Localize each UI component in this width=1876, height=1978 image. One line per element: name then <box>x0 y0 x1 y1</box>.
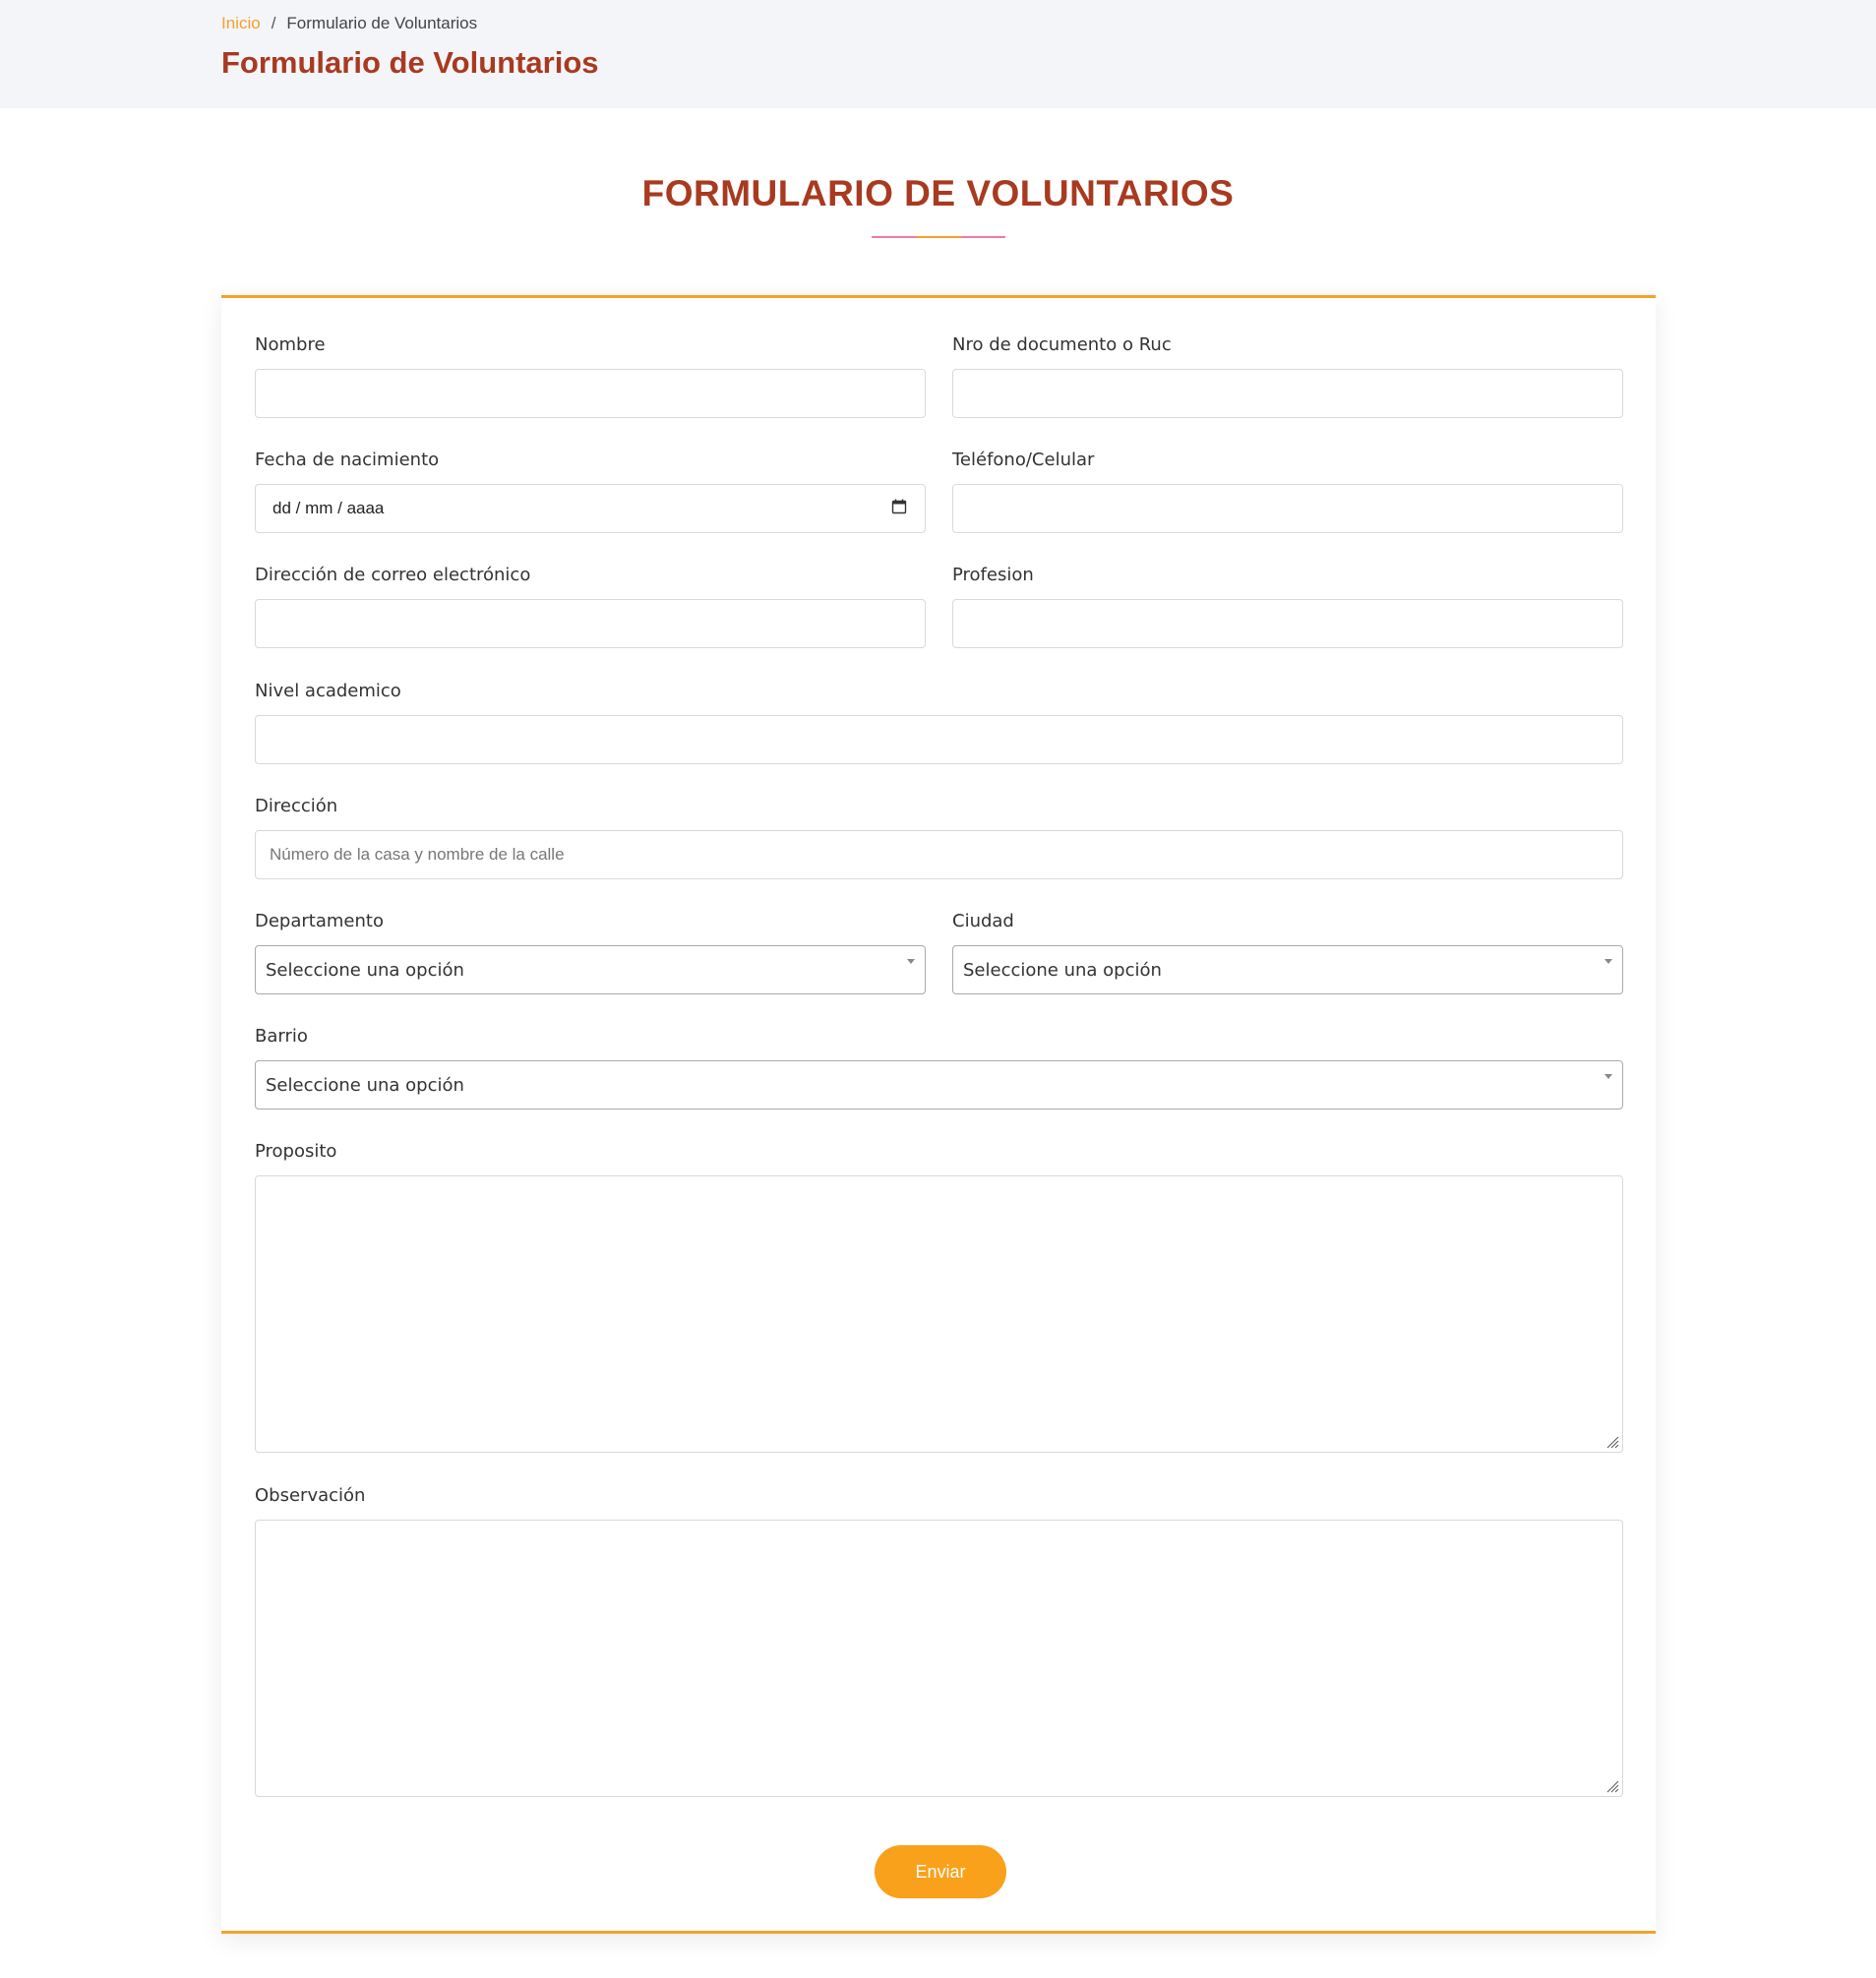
nombre-label: Nombre <box>255 334 326 355</box>
divider-right <box>960 236 1005 238</box>
barrio-label: Barrio <box>255 1026 308 1047</box>
proposito-label: Proposito <box>255 1141 337 1162</box>
breadcrumb-home-link[interactable]: Inicio <box>221 14 261 33</box>
profesion-field[interactable] <box>952 599 1623 648</box>
direccion-placeholder: Número de la casa y nombre de la calle <box>270 845 565 864</box>
profesion-label: Profesion <box>952 565 1034 585</box>
nivel-label: Nivel academico <box>255 681 401 701</box>
divider-center <box>916 236 961 238</box>
correo-label: Dirección de correo electrónico <box>255 565 531 585</box>
breadcrumb: Inicio / Formulario de Voluntarios <box>221 14 477 33</box>
title-divider <box>872 236 1005 238</box>
barrio-select[interactable]: Seleccione una opción <box>255 1060 1623 1109</box>
documento-field[interactable] <box>952 369 1623 418</box>
observacion-label: Observación <box>255 1485 366 1506</box>
proposito-textarea[interactable] <box>255 1175 1623 1453</box>
departamento-selected: Seleccione una opción <box>266 960 464 981</box>
departamento-select[interactable]: Seleccione una opción <box>255 945 926 994</box>
telefono-label: Teléfono/Celular <box>952 450 1095 470</box>
divider-left <box>872 236 917 238</box>
resize-grip-icon[interactable] <box>1605 1435 1619 1449</box>
page-header: Inicio / Formulario de Voluntarios Formu… <box>0 0 1876 108</box>
telefono-field[interactable] <box>952 484 1623 533</box>
chevron-down-icon <box>907 959 915 964</box>
direccion-field[interactable]: Número de la casa y nombre de la calle <box>255 830 1623 879</box>
documento-label: Nro de documento o Ruc <box>952 334 1172 355</box>
ciudad-select[interactable]: Seleccione una opción <box>952 945 1623 994</box>
departamento-label: Departamento <box>255 911 384 931</box>
fecha-value: dd / mm / aaaa <box>272 499 385 517</box>
breadcrumb-current: Formulario de Voluntarios <box>286 14 478 32</box>
correo-field[interactable] <box>255 599 926 648</box>
page-title: Formulario de Voluntarios <box>221 45 599 80</box>
resize-grip-icon[interactable] <box>1605 1779 1619 1793</box>
fecha-field[interactable]: dd / mm / aaaa <box>255 484 926 533</box>
nombre-field[interactable] <box>255 369 926 418</box>
breadcrumb-separator: / <box>271 14 276 32</box>
volunteer-form: Nombre Nro de documento o Ruc Fecha de n… <box>221 295 1656 1934</box>
chevron-down-icon <box>1604 1074 1612 1079</box>
observacion-textarea[interactable] <box>255 1520 1623 1797</box>
chevron-down-icon <box>1604 959 1612 964</box>
nivel-field[interactable] <box>255 715 1623 764</box>
fecha-label: Fecha de nacimiento <box>255 450 440 470</box>
calendar-icon[interactable] <box>891 499 907 519</box>
direccion-label: Dirección <box>255 796 338 816</box>
section-title: FORMULARIO DE VOLUNTARIOS <box>641 173 1235 213</box>
ciudad-label: Ciudad <box>952 911 1014 931</box>
submit-button[interactable]: Enviar <box>875 1845 1006 1898</box>
ciudad-selected: Seleccione una opción <box>963 960 1162 981</box>
barrio-selected: Seleccione una opción <box>266 1075 464 1096</box>
